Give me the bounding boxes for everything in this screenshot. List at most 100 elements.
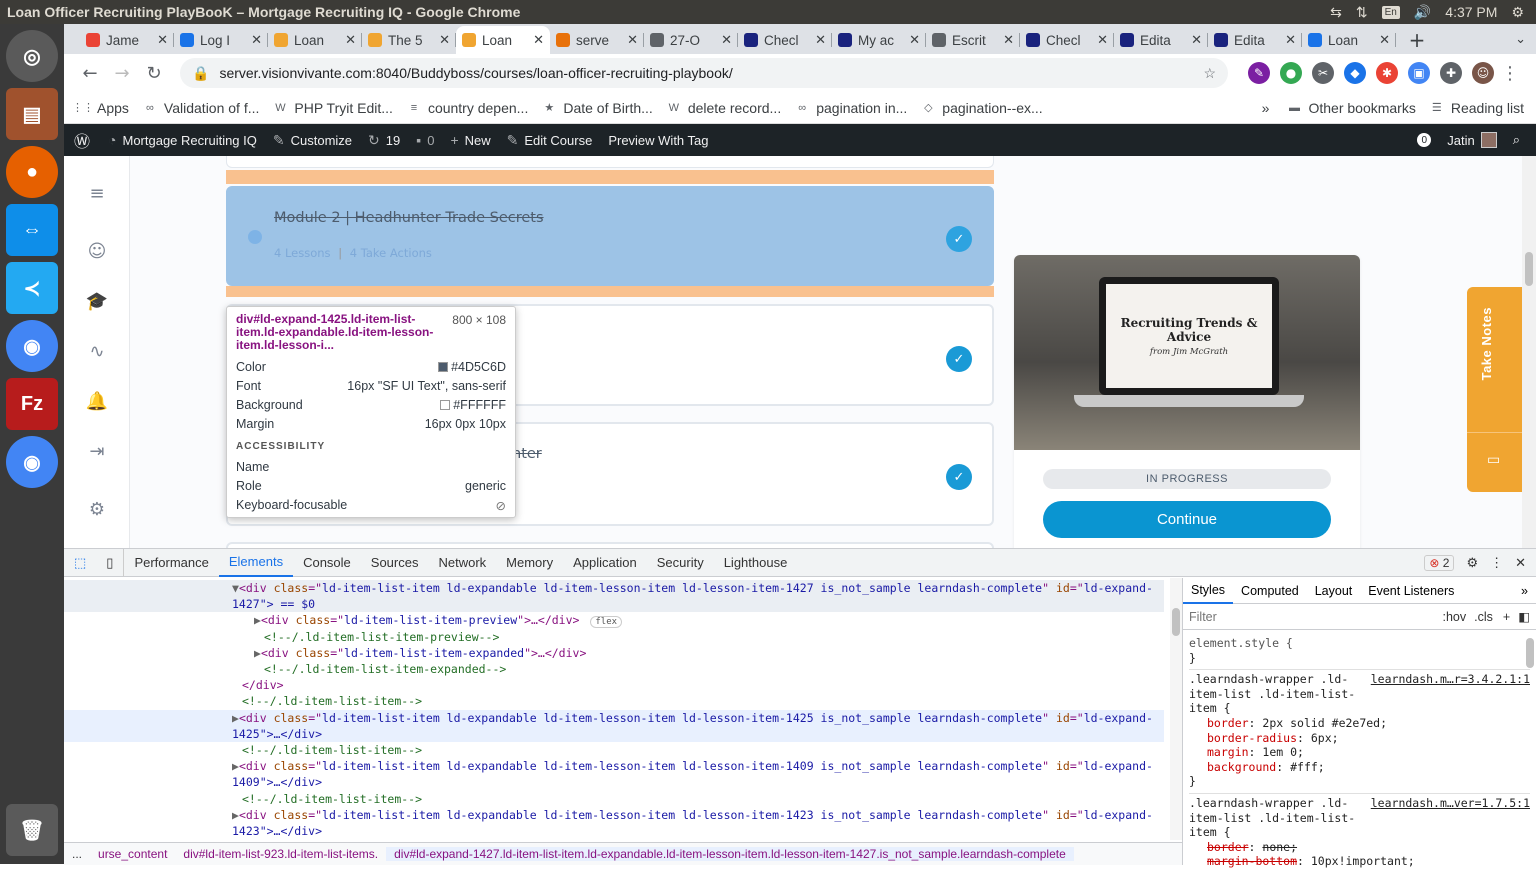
profile-avatar[interactable]: ☺ [1472,62,1494,84]
hov-toggle[interactable]: :hov [1442,610,1466,624]
tab-close-icon[interactable]: ✕ [1191,32,1202,48]
dom-node-line[interactable]: ▼<div class="ld-item-list-item ld-expand… [64,580,1164,596]
bookmark-item[interactable]: ∞ pagination in... [795,100,907,116]
logout-icon[interactable]: ⇥ [84,438,110,464]
dom-node-line[interactable]: <!--/.ld-item-list-item-expanded--> [64,661,1164,677]
tab-close-icon[interactable]: ✕ [439,32,450,48]
devtools-close-icon[interactable]: ✕ [1515,555,1526,571]
ubuntu-icon[interactable]: ◎ [6,30,58,82]
browser-tab[interactable]: Loan ✕ [1302,26,1396,54]
breadcrumb-item[interactable]: div#ld-expand-1427.ld-item-list-item.ld-… [386,847,1074,861]
other-bookmarks[interactable]: ▬ Other bookmarks [1287,100,1416,116]
elements-scrollbar-thumb[interactable] [1172,608,1180,636]
wp-site-name[interactable]: ◔ Mortgage Recruiting IQ [100,124,265,156]
tab-close-icon[interactable]: ✕ [1097,32,1108,48]
wp-edit-course[interactable]: ✎ Edit Course [499,124,601,156]
reload-icon[interactable]: ↻ [138,63,170,84]
browser-tab[interactable]: Log I ✕ [174,26,268,54]
browser-tab[interactable]: Checl ✕ [738,26,832,54]
browser-tab[interactable]: 27-O ✕ [644,26,738,54]
tab-close-icon[interactable]: ✕ [533,32,544,48]
files-icon[interactable]: ▤ [6,88,58,140]
tab-close-icon[interactable]: ✕ [721,32,732,48]
browser-tab[interactable]: Edita ✕ [1208,26,1302,54]
extension-green-icon[interactable]: ● [1280,62,1302,84]
expand-triangle-icon[interactable]: ▶ [254,646,261,660]
teamviewer-tray-icon[interactable]: ⇆ [1330,4,1342,21]
take-notes-panel[interactable]: Take Notes ▭ [1467,287,1522,492]
settings-gear-icon[interactable]: ⚙ [1511,4,1524,21]
elements-scrollbar[interactable] [1170,578,1182,840]
devtools-tab-memory[interactable]: Memory [496,549,563,577]
profile-icon[interactable]: ☺ [84,238,110,264]
address-bar[interactable]: 🔒 server.visionvivante.com:8040/Buddybos… [180,58,1228,88]
keyboard-layout[interactable]: En [1381,5,1400,19]
dom-node-line[interactable]: 1427"> == $0 [64,596,1164,613]
tab-close-icon[interactable]: ✕ [1003,32,1014,48]
styles-more-icon[interactable]: » [1521,584,1536,598]
lock-icon[interactable]: 🔒 [192,65,209,82]
extensions-puzzle-icon[interactable]: ✚ [1440,62,1462,84]
devtools-tab-network[interactable]: Network [428,549,496,577]
page-scrollbar-thumb[interactable] [1525,252,1533,286]
flex-badge[interactable]: flex [590,616,623,629]
expand-triangle-icon[interactable]: ▼ [232,581,239,595]
css-property[interactable]: border-radius: 6px; [1189,731,1530,746]
volume-icon[interactable]: 🔊 [1414,4,1431,21]
new-rule-icon[interactable]: + [1503,610,1510,624]
chrome-menu-icon[interactable]: ⋮ [1494,63,1526,84]
url-text[interactable]: server.visionvivante.com:8040/Buddyboss/… [219,65,1203,81]
browser-tab[interactable]: Checl ✕ [1020,26,1114,54]
expand-triangle-icon[interactable]: ▶ [254,613,261,627]
rule-source-link[interactable]: learndash.m…r=3.4.2.1:1 [1371,672,1530,687]
css-property[interactable]: margin-bottom: 10px!important; [1189,854,1530,869]
dom-node-line[interactable]: <!--/.ld-item-list-item-preview--> [64,629,1164,645]
chrome-icon-2[interactable]: ◉ [6,436,58,488]
notes-icon[interactable]: ▭ [1487,452,1500,468]
dom-node-line[interactable]: </div> [64,677,1164,693]
tab-close-icon[interactable]: ✕ [815,32,826,48]
bookmarks-more[interactable]: » [1262,100,1270,116]
page-scrollbar[interactable] [1522,156,1536,548]
network-icon[interactable]: ⇅ [1356,4,1368,21]
devtools-menu-icon[interactable]: ⋮ [1490,555,1503,571]
browser-tab[interactable]: Escrit ✕ [926,26,1020,54]
browser-tab[interactable]: The 5 ✕ [362,26,456,54]
extension-tool-icon[interactable]: ✂ [1312,62,1334,84]
dom-node-line[interactable]: ▶<div class="ld-item-list-item-preview">… [64,612,1164,629]
bookmark-item[interactable]: ∞ Validation of f... [143,100,259,116]
expand-triangle-icon[interactable]: ▶ [232,759,239,773]
dom-node-line[interactable]: <!--/.ld-item-list-item--> [64,791,1164,807]
wp-comments[interactable]: ▪ 0 [408,124,442,156]
dom-node-line[interactable]: ▶<div class="ld-item-list-item-expanded"… [64,645,1164,661]
element-style-rule[interactable]: element.style { } [1189,634,1530,671]
filezilla-icon[interactable]: Fz [6,378,58,430]
styles-tab-styles[interactable]: Styles [1183,578,1234,604]
devtools-tab-application[interactable]: Application [563,549,647,577]
tab-close-icon[interactable]: ✕ [1379,32,1390,48]
vscode-icon[interactable]: ≺ [6,262,58,314]
dom-node-line[interactable]: 1409">…</div> [64,774,1164,790]
browser-tab[interactable]: Edita ✕ [1114,26,1208,54]
wp-logo-icon[interactable]: Ⓦ [64,124,100,156]
tab-search-icon[interactable]: ⌄ [1515,26,1526,54]
chrome-icon[interactable]: ◉ [6,320,58,372]
trash-icon[interactable]: 🗑 [6,804,58,856]
activity-icon[interactable]: ∿ [84,338,110,364]
bookmark-item[interactable]: Wdelete record... [667,100,782,116]
styles-tab-computed[interactable]: Computed [1233,578,1307,604]
browser-tab[interactable]: Jame ✕ [80,26,174,54]
dom-node-line[interactable]: <!--/.ld-item-list-item--> [64,742,1164,758]
inspect-element-icon[interactable]: ⬚ [64,549,96,577]
firefox-icon[interactable]: ● [6,146,58,198]
cls-toggle[interactable]: .cls [1474,610,1493,624]
error-badge[interactable]: ⊗ 2 [1424,554,1455,571]
dom-node-line[interactable]: ▶<div class="ld-item-list-item ld-expand… [64,807,1164,823]
browser-tab[interactable]: My ac ✕ [832,26,926,54]
wp-user-menu[interactable]: Jatin [1439,124,1504,156]
devtools-settings-icon[interactable]: ⚙ [1466,555,1478,571]
notifications-bell-icon[interactable]: 🔔 [84,388,110,414]
breadcrumb-item[interactable]: div#ld-item-list-923.ld-item-list-items. [175,847,386,861]
wp-new[interactable]: + New [442,124,498,156]
expand-triangle-icon[interactable]: ▶ [232,808,239,822]
